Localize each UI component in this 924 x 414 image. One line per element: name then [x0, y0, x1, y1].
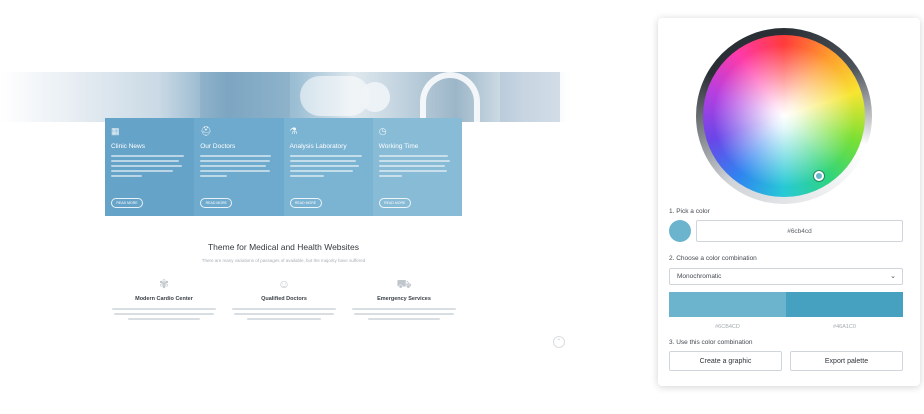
clinic-icon: ▦ — [111, 126, 120, 136]
card-analysis-laboratory: ⚗ Analysis Laboratory READ MORE — [283, 118, 373, 216]
step2-label: 2. Choose a color combination — [669, 255, 757, 262]
step3-label: 3. Use this color combination — [669, 339, 753, 346]
heart-icon: ✾ — [158, 277, 170, 291]
feature-emergency-services: ⛟ Emergency Services — [349, 276, 459, 323]
service-cards: ▦ Clinic News READ MORE ⛑ Our Doctors RE… — [105, 118, 462, 216]
doctor-icon: ⛑ — [200, 126, 212, 136]
selected-color-swatch — [669, 220, 691, 242]
ambulance-icon: ⛟ — [396, 277, 412, 291]
combo-color-2 — [786, 292, 903, 317]
card-title: Working Time — [378, 143, 419, 150]
section-subtitle: There are many variations of passages of… — [201, 258, 366, 263]
hero-banner-image — [0, 72, 570, 122]
feature-qualified-doctors: ☺ Qualified Doctors — [229, 276, 339, 323]
create-graphic-button[interactable]: Create a graphic — [669, 351, 782, 371]
card-our-doctors: ⛑ Our Doctors READ MORE — [194, 118, 284, 216]
card-read-more-button[interactable]: READ MORE — [200, 198, 233, 208]
combo-color-1-hex: #6CB4CD — [715, 324, 740, 330]
feature-cardio-center: ✾ Modern Cardio Center — [109, 276, 219, 323]
feature-title: Emergency Services — [377, 296, 431, 302]
chevron-down-icon: ⌄ — [890, 273, 896, 280]
scroll-up-icon[interactable]: ⌃ — [553, 336, 565, 348]
card-title: Analysis Laboratory — [289, 143, 347, 150]
card-title: Clinic News — [111, 143, 145, 150]
combination-value: Monochromatic — [677, 273, 722, 280]
card-read-more-button[interactable]: READ MORE — [378, 198, 411, 208]
color-combination-select[interactable]: Monochromatic ⌄ — [669, 268, 903, 285]
card-working-time: ◷ Working Time READ MORE — [372, 118, 462, 216]
card-read-more-button[interactable]: READ MORE — [111, 198, 143, 208]
card-title: Our Doctors — [200, 143, 236, 150]
combo-color-1 — [669, 292, 786, 317]
feature-title: Modern Cardio Center — [135, 296, 193, 302]
card-read-more-button[interactable]: READ MORE — [289, 198, 322, 208]
clock-icon: ◷ — [378, 126, 387, 136]
color-wheel[interactable] — [703, 35, 865, 197]
color-wheel-handle[interactable] — [814, 171, 824, 181]
lab-icon: ⚗ — [289, 126, 298, 136]
hex-color-input[interactable] — [696, 220, 903, 242]
step1-label: 1. Pick a color — [669, 208, 710, 215]
page: ▦ Clinic News READ MORE ⛑ Our Doctors RE… — [0, 0, 924, 414]
combo-color-2-hex: #46A1C0 — [833, 324, 856, 330]
color-combination-preview — [669, 292, 903, 317]
doctor-avatar-icon: ☺ — [277, 277, 291, 291]
color-picker-panel: 1. Pick a color 2. Choose a color combin… — [658, 18, 920, 386]
card-clinic-news: ▦ Clinic News READ MORE — [105, 118, 195, 216]
section-title: Theme for Medical and Health Websites — [207, 242, 360, 252]
feature-title: Qualified Doctors — [261, 296, 307, 302]
color-wheel-ring — [696, 28, 872, 204]
feature-list: ✾ Modern Cardio Center ☺ Qualified Docto… — [105, 276, 462, 336]
export-palette-button[interactable]: Export palette — [790, 351, 903, 371]
